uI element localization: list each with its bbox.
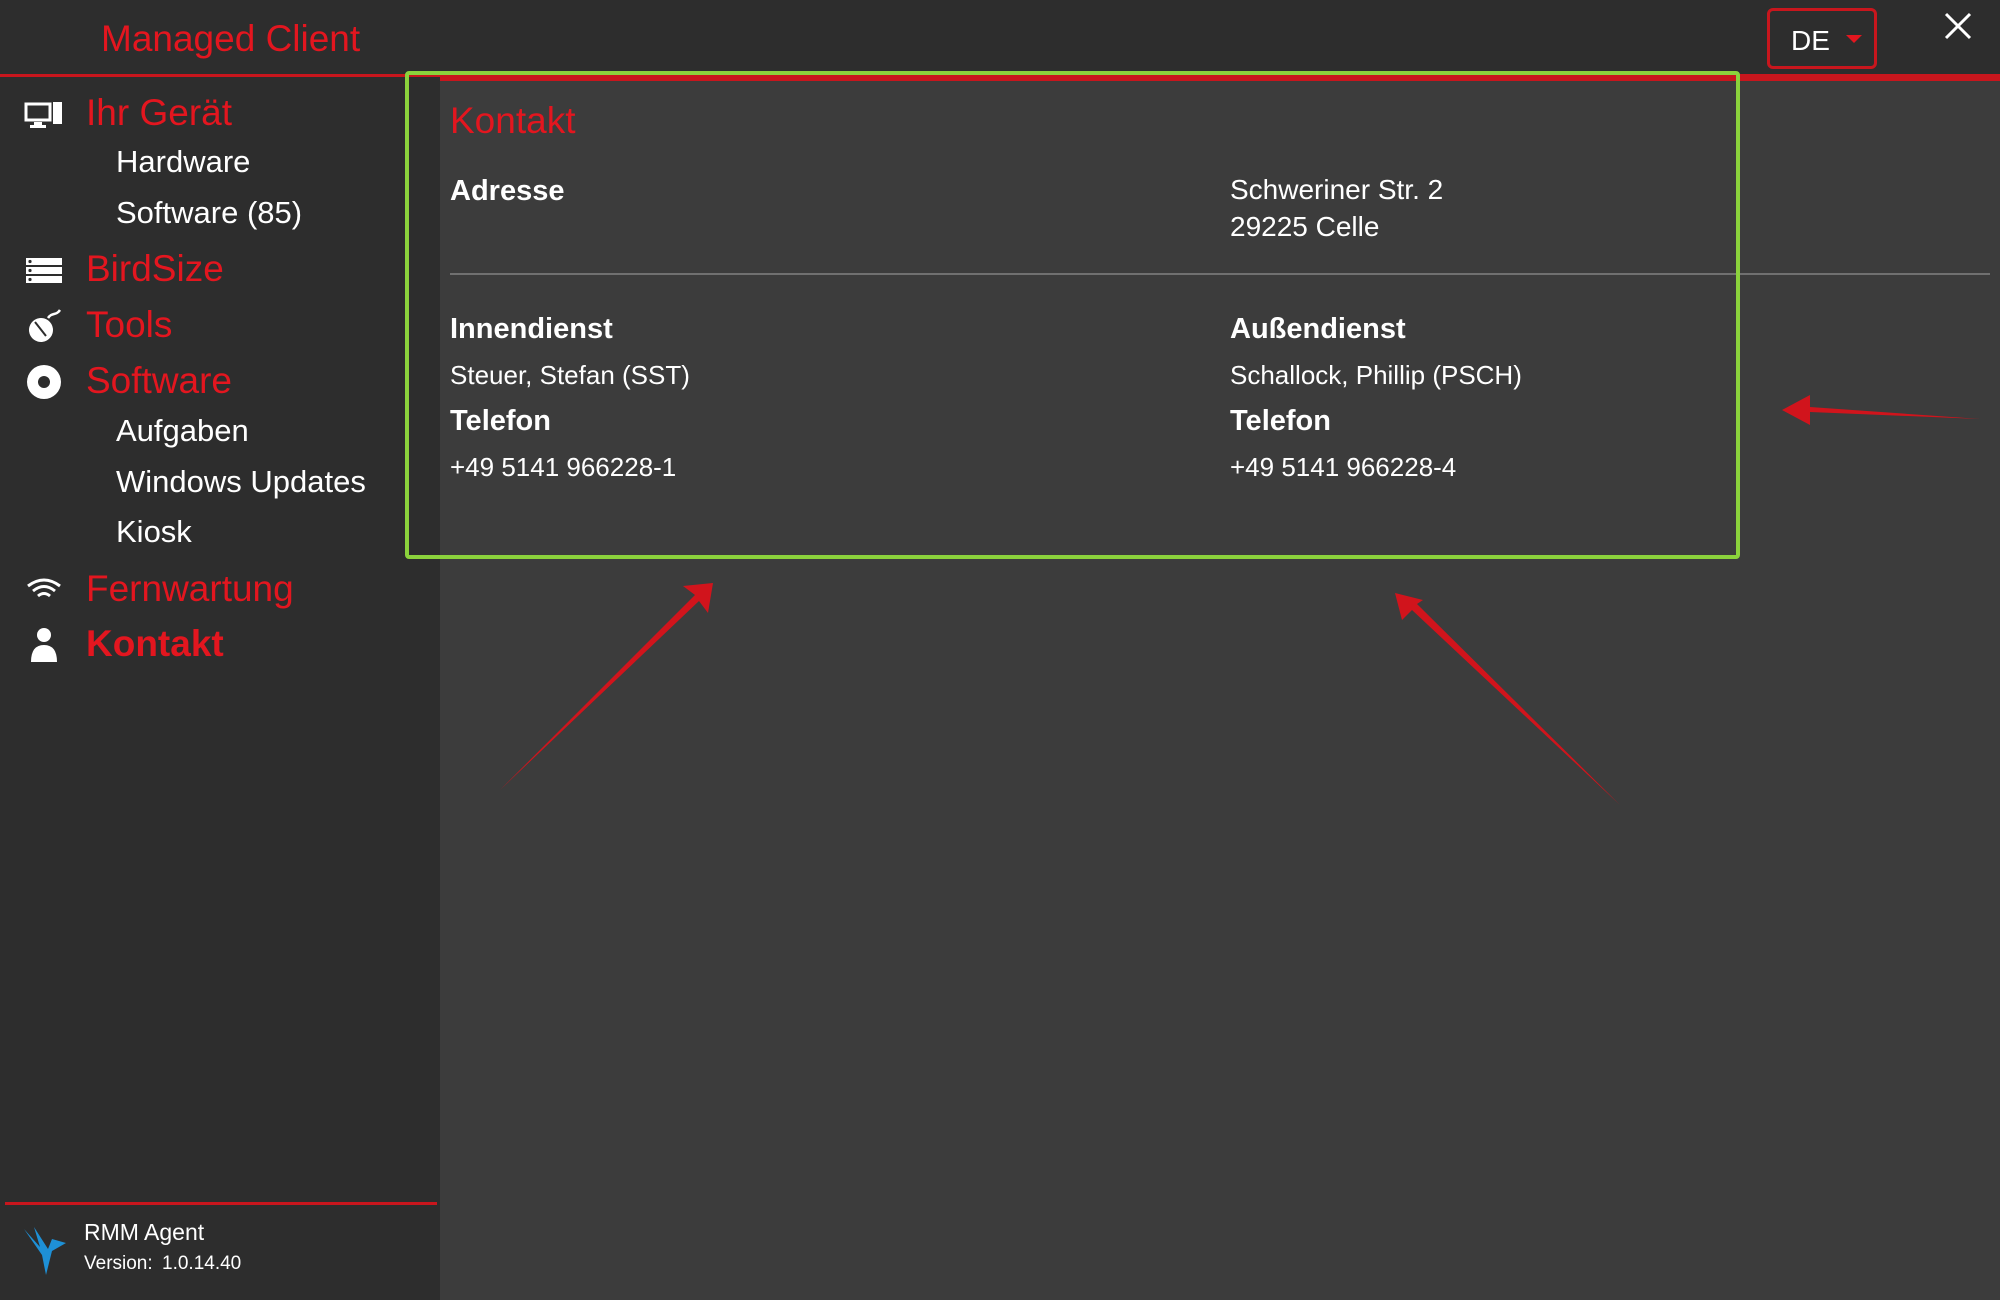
sidebar-item-tools[interactable]: Tools <box>0 300 440 352</box>
address-line-2: 29225 Celle <box>1230 211 1380 242</box>
disc-icon <box>27 365 61 399</box>
language-select[interactable]: DE <box>1767 8 1877 69</box>
content-top-bar <box>440 77 2000 81</box>
sidebar-item-label: Kontakt <box>86 623 224 664</box>
title-bar: Managed Client DE <box>0 0 2000 77</box>
sidebar-item-ihr-geraet[interactable]: Ihr Gerät <box>0 88 440 140</box>
sidebar-item-software-count[interactable]: Software (85) <box>116 195 302 231</box>
sidebar-item-kontakt[interactable]: Kontakt <box>0 619 440 671</box>
sidebar-item-label: Fernwartung <box>86 568 294 609</box>
annotation-arrow-icon <box>1782 395 1980 425</box>
mouse-icon <box>29 309 62 342</box>
version-label: Version: <box>84 1253 153 1274</box>
aussendienst-label: Außendienst <box>1230 313 1406 345</box>
app-title: Managed Client <box>101 18 361 59</box>
agent-name: RMM Agent <box>84 1219 205 1245</box>
server-rack-icon <box>26 258 62 283</box>
divider <box>450 273 1990 275</box>
sidebar-item-birdsize[interactable]: BirdSize <box>0 244 440 296</box>
aussendienst-name: Schallock, Phillip (PSCH) <box>1230 360 1522 390</box>
sidebar-item-fernwartung[interactable]: Fernwartung <box>0 564 440 616</box>
sidebar-item-label: Tools <box>86 304 173 345</box>
page-title: Kontakt <box>450 100 576 141</box>
version-value: 1.0.14.40 <box>162 1253 242 1274</box>
innendienst-phone[interactable]: +49 5141 966228-1 <box>450 452 676 483</box>
annotation-arrow-icon <box>1395 593 1620 805</box>
person-icon <box>31 628 57 662</box>
close-button[interactable] <box>1940 8 1976 44</box>
aussendienst-phone[interactable]: +49 5141 966228-4 <box>1230 452 1456 483</box>
aussendienst-phone-label: Telefon <box>1230 405 1331 437</box>
sidebar-item-kiosk[interactable]: Kiosk <box>116 514 192 550</box>
sidebar-item-label: Software <box>86 360 233 401</box>
address-label: Adresse <box>450 175 565 207</box>
chevron-down-icon <box>1846 35 1862 43</box>
sidebar: Ihr Gerät Hardware Software (85) BirdSiz… <box>0 77 440 1300</box>
bird-logo-icon <box>24 1227 66 1275</box>
sidebar-item-label: Ihr Gerät <box>86 92 232 133</box>
sidebar-item-windows-updates[interactable]: Windows Updates <box>116 464 366 500</box>
wifi-icon <box>27 578 61 598</box>
annotation-arrow-icon <box>500 583 713 790</box>
close-icon <box>1944 12 1972 40</box>
footer-divider <box>5 1202 437 1205</box>
sidebar-item-software[interactable]: Software <box>0 356 440 408</box>
sidebar-item-aufgaben[interactable]: Aufgaben <box>116 413 249 449</box>
monitor-icon <box>24 102 62 128</box>
sidebar-item-label: BirdSize <box>86 248 224 289</box>
sidebar-item-hardware[interactable]: Hardware <box>116 144 250 180</box>
innendienst-name: Steuer, Stefan (SST) <box>450 360 690 390</box>
address-line-1: Schweriner Str. 2 <box>1230 174 1444 205</box>
language-value: DE <box>1791 25 1830 56</box>
innendienst-label: Innendienst <box>450 313 613 345</box>
innendienst-phone-label: Telefon <box>450 405 551 437</box>
